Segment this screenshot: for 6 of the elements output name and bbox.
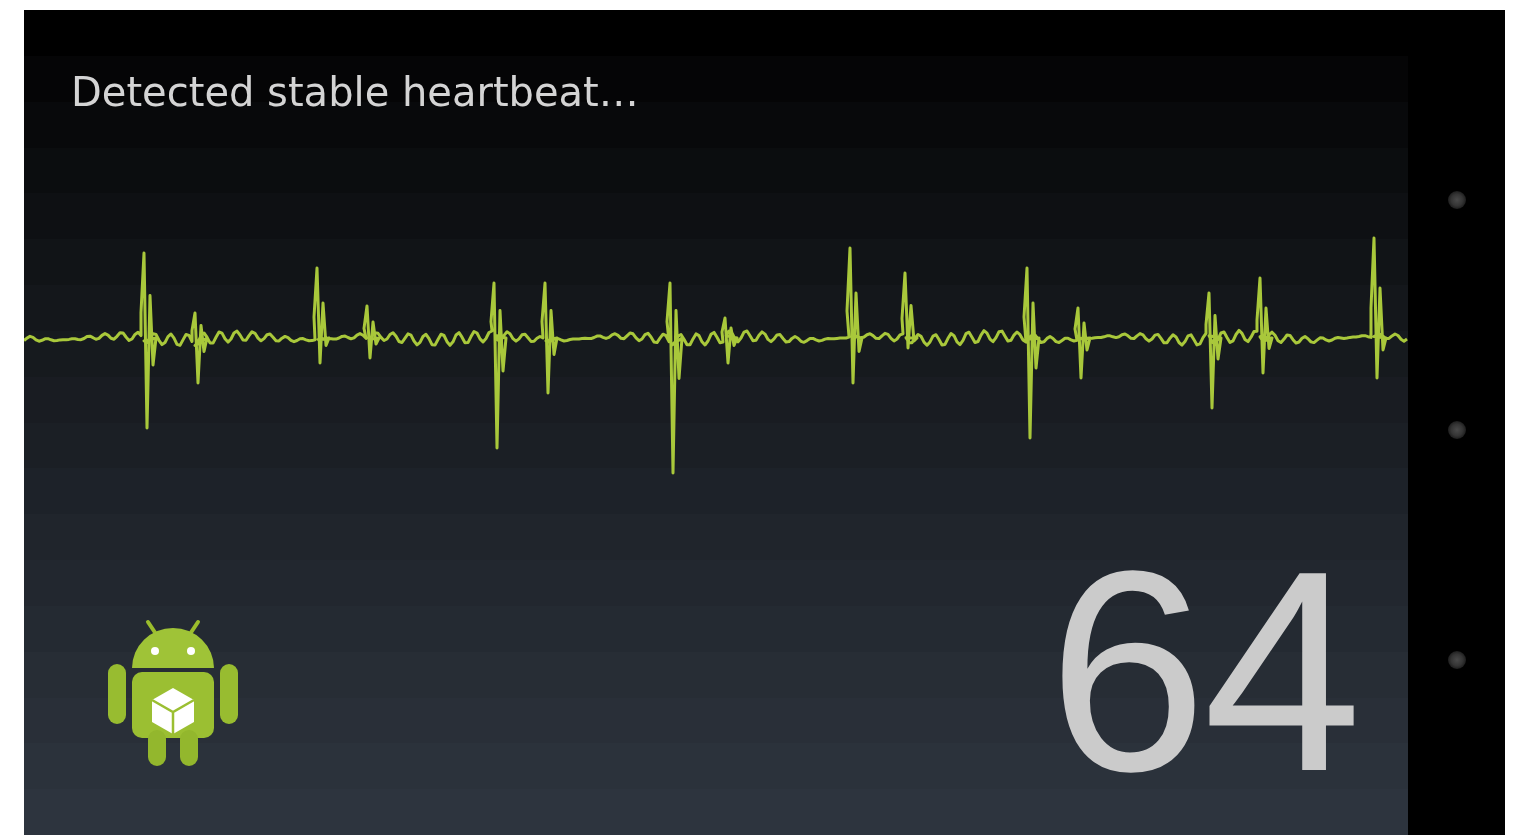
status-text: Detected stable heartbeat… bbox=[71, 68, 639, 116]
nav-dot[interactable] bbox=[1447, 191, 1466, 209]
nav-dot[interactable] bbox=[1447, 421, 1466, 439]
robot-icon bbox=[108, 618, 238, 768]
heart-rate-value: 64 bbox=[1047, 528, 1358, 814]
nav-dot[interactable] bbox=[1447, 651, 1466, 669]
